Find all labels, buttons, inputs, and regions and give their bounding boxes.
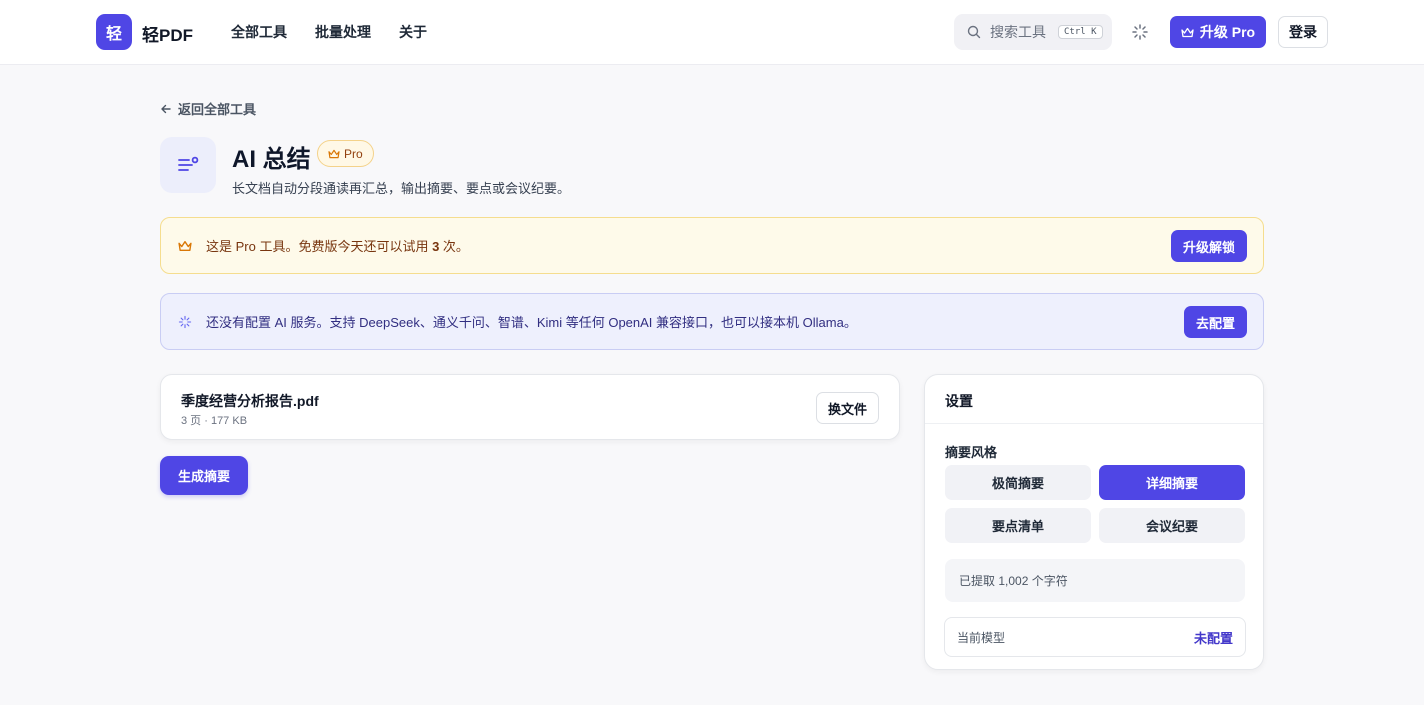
style-option-detailed[interactable]: 详细摘要 bbox=[1099, 465, 1245, 500]
summary-tool-icon bbox=[160, 137, 216, 193]
top-header: 轻 轻PDF 全部工具 批量处理 关于 搜索工具 Ctrl K 升级 Pro 登… bbox=[0, 0, 1424, 65]
current-model-row[interactable]: 当前模型 未配置 bbox=[944, 617, 1246, 657]
search-icon bbox=[967, 25, 981, 39]
search-placeholder: 搜索工具 bbox=[990, 24, 1046, 40]
brand-name[interactable]: 轻PDF bbox=[142, 21, 193, 46]
pro-badge: Pro bbox=[317, 140, 374, 167]
crown-icon bbox=[1181, 27, 1194, 37]
page-title: AI 总结 bbox=[232, 146, 311, 173]
arrow-left-icon bbox=[161, 104, 171, 113]
extracted-chars-info: 已提取 1,002 个字符 bbox=[945, 559, 1245, 602]
file-name: 季度经营分析报告.pdf bbox=[181, 393, 319, 409]
back-link-label: 返回全部工具 bbox=[178, 102, 257, 117]
app-logo[interactable]: 轻 bbox=[96, 14, 132, 50]
style-option-meeting[interactable]: 会议纪要 bbox=[1099, 508, 1245, 543]
pro-trial-text: 这是 Pro 工具。免费版今天还可以试用 3 次。 bbox=[206, 236, 469, 255]
ai-config-text: 还没有配置 AI 服务。支持 DeepSeek、通义千问、智谱、Kimi 等任何… bbox=[206, 315, 857, 330]
style-option-minimal[interactable]: 极简摘要 bbox=[945, 465, 1091, 500]
page-subtitle: 长文档自动分段通读再汇总，输出摘要、要点或会议纪要。 bbox=[232, 181, 571, 196]
search-shortcut: Ctrl K bbox=[1058, 25, 1103, 39]
login-button[interactable]: 登录 bbox=[1278, 16, 1328, 48]
settings-title: 设置 bbox=[945, 393, 973, 409]
main-nav: 全部工具 批量处理 关于 bbox=[231, 22, 427, 42]
ai-config-notice: 还没有配置 AI 服务。支持 DeepSeek、通义千问、智谱、Kimi 等任何… bbox=[160, 293, 1264, 350]
upgrade-pro-label: 升级 Pro bbox=[1199, 24, 1256, 40]
generate-summary-button[interactable]: 生成摘要 bbox=[160, 456, 248, 495]
unlock-upgrade-button[interactable]: 升级解锁 bbox=[1170, 230, 1247, 262]
back-link[interactable]: 返回全部工具 bbox=[160, 99, 256, 118]
crown-icon bbox=[328, 149, 340, 158]
search-box[interactable]: 搜索工具 Ctrl K bbox=[954, 14, 1112, 50]
theme-toggle-icon[interactable] bbox=[1130, 22, 1150, 42]
pro-trial-text-after: 次。 bbox=[439, 239, 469, 254]
pro-trial-notice: 这是 Pro 工具。免费版今天还可以试用 3 次。 升级解锁 bbox=[160, 217, 1264, 274]
style-option-keypoints[interactable]: 要点清单 bbox=[945, 508, 1091, 543]
summary-style-label: 摘要风格 bbox=[945, 445, 998, 460]
change-file-button[interactable]: 换文件 bbox=[815, 392, 879, 424]
configure-button[interactable]: 去配置 bbox=[1183, 306, 1247, 338]
nav-all-tools[interactable]: 全部工具 bbox=[231, 22, 287, 42]
settings-panel: 设置 摘要风格 极简摘要 详细摘要 要点清单 会议纪要 已提取 1,002 个字… bbox=[924, 374, 1264, 670]
nav-about[interactable]: 关于 bbox=[399, 22, 427, 42]
model-value[interactable]: 未配置 bbox=[1194, 628, 1233, 647]
settings-divider bbox=[925, 423, 1263, 424]
file-card: 季度经营分析报告.pdf 3 页 · 177 KB 换文件 bbox=[160, 374, 900, 440]
model-label: 当前模型 bbox=[957, 630, 1006, 645]
pro-badge-label: Pro bbox=[344, 146, 363, 161]
sparkle-icon bbox=[178, 315, 192, 328]
upgrade-pro-button[interactable]: 升级 Pro bbox=[1170, 16, 1266, 48]
pro-trial-text-before: 这是 Pro 工具。免费版今天还可以试用 bbox=[206, 239, 433, 254]
file-meta: 3 页 · 177 KB bbox=[181, 415, 248, 427]
crown-icon bbox=[178, 240, 192, 251]
nav-batch[interactable]: 批量处理 bbox=[315, 22, 371, 42]
